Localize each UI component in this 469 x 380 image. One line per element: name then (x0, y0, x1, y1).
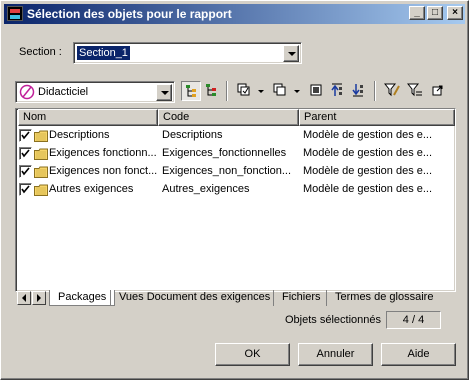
row-name: Exigences fonctionn... (49, 147, 157, 159)
table-row[interactable]: Exigences fonctionn... Exigences_fonctio… (18, 145, 456, 163)
restore-icon (432, 85, 443, 96)
chevron-down-icon[interactable] (156, 84, 172, 101)
package-folder-icon (34, 130, 48, 142)
tab-vues-document-exigences[interactable]: Vues Document des exigences (110, 290, 278, 306)
close-button[interactable]: × (447, 6, 463, 20)
ok-button-label: OK (244, 348, 261, 360)
toolbar-separator (226, 81, 228, 101)
move-to-bottom-button[interactable] (349, 81, 369, 101)
row-checkbox[interactable] (19, 147, 32, 160)
chevron-down-icon[interactable] (294, 90, 300, 93)
table-row[interactable]: Descriptions Descriptions Modèle de gest… (18, 127, 456, 145)
help-button[interactable]: Aide (381, 343, 456, 366)
app-icon (7, 6, 23, 21)
toolbar-separator (374, 81, 376, 101)
row-code: Exigences_non_fonction... (162, 165, 292, 177)
checkmark-icon (21, 131, 30, 140)
tab-fichiers[interactable]: Fichiers (273, 290, 329, 306)
table-row[interactable]: Exigences non fonct... Exigences_non_fon… (18, 163, 456, 181)
row-parent: Modèle de gestion des e... (303, 147, 433, 159)
chevron-down-icon[interactable] (283, 45, 299, 62)
package-folder-icon (34, 166, 48, 178)
section-value: Section_1 (76, 45, 131, 61)
deselect-all-button[interactable] (271, 81, 291, 101)
row-code: Descriptions (162, 129, 223, 141)
minimize-icon: _ (414, 7, 420, 18)
minimize-button[interactable]: _ (409, 6, 425, 20)
filter-selection-button[interactable] (307, 81, 327, 101)
model-icon (19, 84, 35, 100)
row-name: Autres exigences (49, 183, 134, 195)
model-value: Didacticiel (38, 86, 89, 98)
tab-termes-glossaire[interactable]: Termes de glossaire (326, 290, 441, 306)
include-composite-button[interactable] (202, 81, 222, 101)
title-bar[interactable]: Sélection des objets pour le rapport _ □… (4, 4, 465, 24)
cancel-button[interactable]: Annuler (298, 343, 373, 366)
section-label: Section : (19, 46, 62, 58)
row-code: Autres_exigences (162, 183, 250, 195)
filter-icon (407, 83, 422, 97)
cancel-button-label: Annuler (316, 348, 355, 360)
move-to-bottom-icon (352, 84, 363, 97)
table-row[interactable]: Autres exigences Autres_exigences Modèle… (18, 181, 456, 199)
selected-objects-label: Objets sélectionnés (285, 314, 381, 326)
help-button-label: Aide (407, 348, 430, 360)
model-dropdown[interactable]: Didacticiel (15, 81, 175, 103)
tab-scroll-right-button[interactable] (32, 291, 46, 305)
column-header-code[interactable]: Code (158, 109, 299, 126)
select-all-icon (237, 83, 250, 96)
package-folder-icon (34, 148, 48, 160)
row-checkbox[interactable] (19, 165, 32, 178)
tab-packages[interactable]: Packages (49, 290, 116, 306)
define-filter-icon (384, 83, 400, 97)
column-header-nom[interactable]: Nom (18, 109, 158, 126)
arrow-left-icon (22, 294, 26, 302)
row-parent: Modèle de gestion des e... (303, 129, 433, 141)
include-composite-icon (206, 84, 216, 96)
ok-button[interactable]: OK (215, 343, 290, 366)
include-subpackages-icon (186, 85, 196, 97)
deselect-all-icon (273, 83, 286, 96)
filter-selection-icon (310, 84, 322, 96)
arrow-right-icon (37, 294, 41, 302)
select-all-button[interactable] (235, 81, 255, 101)
close-icon: × (452, 7, 458, 18)
column-header-parent[interactable]: Parent (299, 109, 455, 126)
restore-button[interactable] (429, 81, 449, 101)
row-name: Exigences non fonct... (49, 165, 157, 177)
checkmark-icon (21, 167, 30, 176)
row-parent: Modèle de gestion des e... (303, 165, 433, 177)
row-name: Descriptions (49, 129, 110, 141)
report-object-selection-dialog: Sélection des objets pour le rapport _ □… (0, 0, 469, 380)
chevron-down-icon[interactable] (258, 90, 264, 93)
define-filter-button[interactable] (382, 81, 402, 101)
maximize-button[interactable]: □ (427, 6, 443, 20)
dialog-title: Sélection des objets pour le rapport (27, 7, 232, 21)
filter-button[interactable] (405, 81, 425, 101)
row-parent: Modèle de gestion des e... (303, 183, 433, 195)
selected-objects-count: 4 / 4 (386, 311, 441, 329)
move-to-top-icon (331, 83, 342, 96)
package-folder-icon (34, 184, 48, 196)
tab-strip: Packages Vues Document des exigences Fic… (15, 290, 456, 306)
row-checkbox[interactable] (19, 183, 32, 196)
row-code: Exigences_fonctionnelles (162, 147, 287, 159)
maximize-icon: □ (431, 7, 439, 18)
checkmark-icon (21, 149, 30, 158)
include-subpackages-button[interactable] (181, 81, 201, 101)
objects-list[interactable]: Nom Code Parent Descriptions Description… (15, 108, 456, 292)
section-dropdown[interactable]: Section_1 (73, 42, 302, 64)
move-to-top-button[interactable] (328, 81, 348, 101)
tab-scroll-left-button[interactable] (17, 291, 31, 305)
checkmark-icon (21, 185, 30, 194)
row-checkbox[interactable] (19, 129, 32, 142)
